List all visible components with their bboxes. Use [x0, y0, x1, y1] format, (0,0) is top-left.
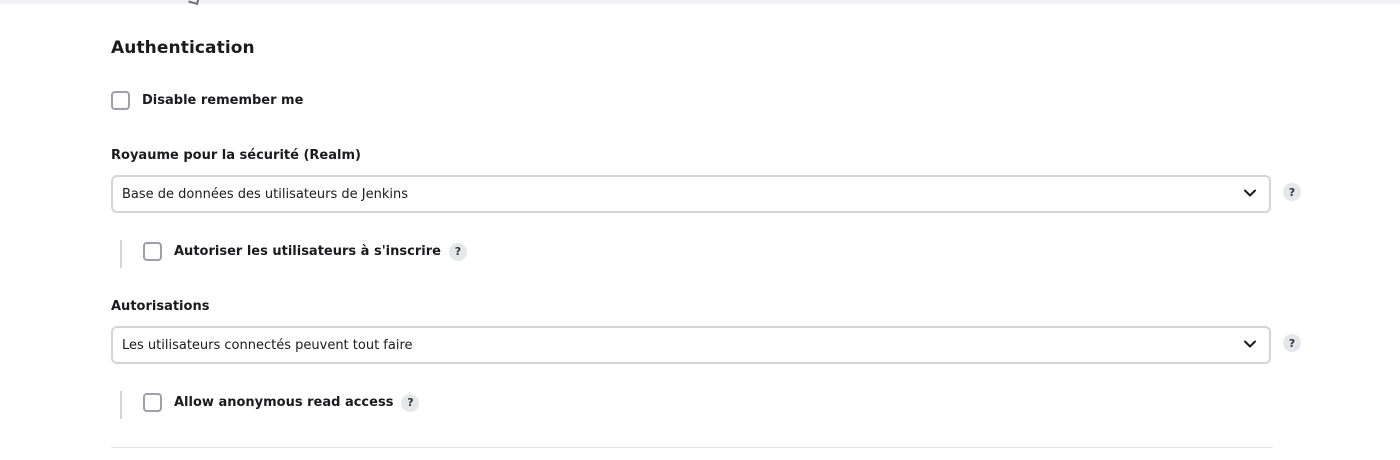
authorization-value: Les utilisateurs connectés peuvent tout … [122, 337, 413, 353]
chevron-down-icon [1244, 189, 1256, 197]
allow-signup-label[interactable]: Autoriser les utilisateurs à s'inscrire [174, 244, 441, 259]
security-realm-select[interactable]: Base de données des utilisateurs de Jenk… [111, 175, 1271, 213]
authorization-label: Autorisations [111, 299, 210, 314]
anonymous-read-label[interactable]: Allow anonymous read access [174, 395, 393, 410]
disable-remember-me-row: Disable remember me [111, 91, 303, 110]
security-realm-value: Base de données des utilisateurs de Jenk… [122, 186, 409, 202]
anonymous-read-help-icon[interactable]: ? [401, 393, 420, 412]
authorization-select[interactable]: Les utilisateurs connectés peuvent tout … [111, 326, 1271, 364]
section-divider [111, 447, 1273, 448]
security-realm-label: Royaume pour la sécurité (Realm) [111, 148, 361, 163]
anonymous-read-checkbox[interactable] [143, 393, 162, 412]
allow-signup-help-icon[interactable]: ? [448, 242, 467, 261]
security-realm-help-icon[interactable]: ? [1283, 183, 1301, 201]
allow-signup-row: Autoriser les utilisateurs à s'inscrire … [143, 242, 467, 261]
section-title-authentication: Authentication [111, 38, 255, 58]
anonymous-read-row: Allow anonymous read access ? [143, 393, 420, 412]
authorization-help-icon[interactable]: ? [1283, 334, 1301, 352]
nested-option-bar [120, 240, 122, 268]
disable-remember-me-checkbox[interactable] [111, 91, 130, 110]
nested-option-bar [120, 391, 122, 419]
clipped-previous-heading [110, 0, 230, 6]
allow-signup-checkbox[interactable] [143, 242, 162, 261]
chevron-down-icon [1244, 340, 1256, 348]
disable-remember-me-label[interactable]: Disable remember me [142, 93, 303, 108]
